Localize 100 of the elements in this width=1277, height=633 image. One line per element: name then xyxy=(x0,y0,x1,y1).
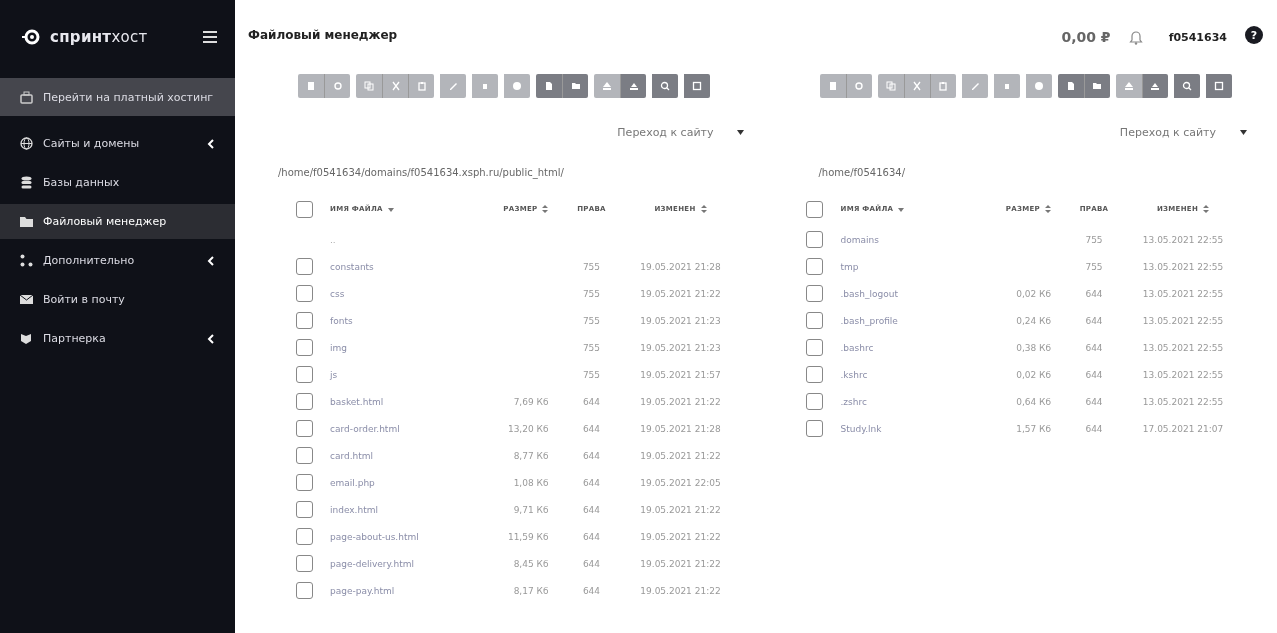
download-icon xyxy=(628,81,639,91)
toolbar-button[interactable] xyxy=(652,74,679,98)
file-name[interactable]: index.html xyxy=(330,496,479,523)
toolbar-button[interactable] xyxy=(684,74,711,98)
modified-date: 19.05.2021 21:22 xyxy=(639,584,722,598)
file-permissions: 644 xyxy=(581,449,602,463)
modified-date: 19.05.2021 21:22 xyxy=(639,530,722,544)
file-permissions: 644 xyxy=(581,476,602,490)
path-text: /home/f0541634/domains/f0541634.xsph.ru/public_html/ xyxy=(278,167,565,178)
file-permissions: 644 xyxy=(1084,341,1104,355)
toolbar-button[interactable] xyxy=(1205,74,1232,98)
file-name[interactable]: page-delivery.html xyxy=(330,550,479,577)
checkbox[interactable] xyxy=(296,555,313,572)
file-permissions: 755 xyxy=(581,368,602,382)
file-permissions: 755 xyxy=(1084,233,1104,247)
file-permissions: 755 xyxy=(581,287,602,301)
checkbox[interactable] xyxy=(296,393,313,410)
checkbox[interactable] xyxy=(296,366,313,383)
database-icon xyxy=(20,176,33,189)
parent-link[interactable]: .. xyxy=(330,226,741,253)
modified-date: 13.05.2021 22:55 xyxy=(1141,341,1225,355)
file-name[interactable]: tmp xyxy=(840,253,985,280)
checkbox[interactable] xyxy=(296,312,313,329)
menu-icon[interactable] xyxy=(203,30,217,44)
search-icon xyxy=(660,81,671,91)
file-name[interactable]: .bashrc xyxy=(840,334,985,361)
modified-date: 19.05.2021 21:22 xyxy=(639,557,722,571)
file-name[interactable]: basket.html xyxy=(330,388,479,415)
file-permissions: 644 xyxy=(1084,422,1104,436)
nav-item[interactable]: Базы данных xyxy=(0,165,235,200)
pencil-icon xyxy=(448,81,459,91)
folder-icon xyxy=(570,81,581,91)
checkbox[interactable] xyxy=(806,258,824,275)
checkbox[interactable] xyxy=(296,200,313,218)
page-title: Файловый менеджер xyxy=(248,28,399,42)
promo-link[interactable]: Перейти на платный хостинг xyxy=(0,78,235,116)
checkbox[interactable] xyxy=(296,258,313,275)
shield-icon xyxy=(20,332,33,345)
modified-date: 19.05.2021 21:22 xyxy=(639,503,722,517)
file-name[interactable]: constants xyxy=(330,253,479,280)
toolbar-button[interactable] xyxy=(562,74,589,98)
file-permissions: 755 xyxy=(581,260,602,274)
checkbox[interactable] xyxy=(806,366,824,383)
file-name[interactable]: .zshrc xyxy=(840,388,985,415)
file-name[interactable]: page-about-us.html xyxy=(330,523,479,550)
checkbox[interactable] xyxy=(806,200,824,218)
checkbox[interactable] xyxy=(296,474,313,491)
file-name[interactable]: card.html xyxy=(330,442,479,469)
checkbox[interactable] xyxy=(296,582,313,599)
checkbox[interactable] xyxy=(296,501,313,518)
nav-item[interactable]: Войти в почту xyxy=(0,282,235,317)
checkbox[interactable] xyxy=(806,312,824,329)
toolbar-button[interactable] xyxy=(1173,74,1200,98)
bell-icon[interactable] xyxy=(1128,29,1143,45)
checkbox[interactable] xyxy=(806,339,824,356)
checkbox[interactable] xyxy=(296,285,313,302)
modified-date: 19.05.2021 21:22 xyxy=(639,395,722,409)
nav-item[interactable]: Файловый менеджер xyxy=(0,204,235,239)
user-name[interactable]: f0541634 xyxy=(1168,30,1227,44)
file-name[interactable]: css xyxy=(330,280,479,307)
upload-icon xyxy=(602,81,613,91)
modified-date: 19.05.2021 21:22 xyxy=(639,449,722,463)
checkbox[interactable] xyxy=(806,420,824,437)
envelope-icon xyxy=(20,293,33,306)
file-name[interactable]: js xyxy=(330,361,479,388)
file-icon xyxy=(544,81,555,91)
checkbox[interactable] xyxy=(296,339,313,356)
file-name[interactable]: .kshrc xyxy=(840,361,985,388)
nav-item[interactable]: Партнерка xyxy=(0,321,235,356)
file-name[interactable]: img xyxy=(330,334,479,361)
toolbar-button[interactable] xyxy=(620,74,647,98)
help-button[interactable]: ? xyxy=(1245,26,1263,44)
toolbar-button[interactable] xyxy=(536,74,563,98)
nav-item[interactable]: Сайты и домены xyxy=(0,126,235,161)
file-permissions: 755 xyxy=(581,314,602,328)
checkbox[interactable] xyxy=(296,528,313,545)
checkbox[interactable] xyxy=(806,231,824,248)
balance: 0,00 ₽ xyxy=(1061,29,1111,45)
file-size: 11,59 Кб xyxy=(506,530,550,544)
checkbox[interactable] xyxy=(806,285,824,302)
file-name[interactable]: Study.lnk xyxy=(840,415,985,442)
dots-icon xyxy=(20,254,33,267)
file-name[interactable]: .bash_logout xyxy=(840,280,985,307)
file-name[interactable]: email.php xyxy=(330,469,479,496)
file-name[interactable]: page-pay.html xyxy=(330,577,479,604)
file-name[interactable]: fonts xyxy=(330,307,479,334)
modified-date: 13.05.2021 22:55 xyxy=(1141,287,1225,301)
modified-date: 19.05.2021 21:23 xyxy=(639,314,722,328)
toolbar-button[interactable] xyxy=(1057,74,1084,98)
checkbox[interactable] xyxy=(296,447,313,464)
toolbar-button[interactable] xyxy=(1141,74,1168,98)
download-icon xyxy=(1150,81,1161,91)
file-name[interactable]: .bash_profile xyxy=(840,307,985,334)
checkbox[interactable] xyxy=(806,393,824,410)
toolbar-button[interactable] xyxy=(1083,74,1110,98)
file-name[interactable]: card-order.html xyxy=(330,415,479,442)
modified-date: 19.05.2021 21:23 xyxy=(639,341,722,355)
checkbox[interactable] xyxy=(296,420,313,437)
file-name[interactable]: domains xyxy=(840,226,985,253)
nav-item[interactable]: Дополнительно xyxy=(0,243,235,278)
